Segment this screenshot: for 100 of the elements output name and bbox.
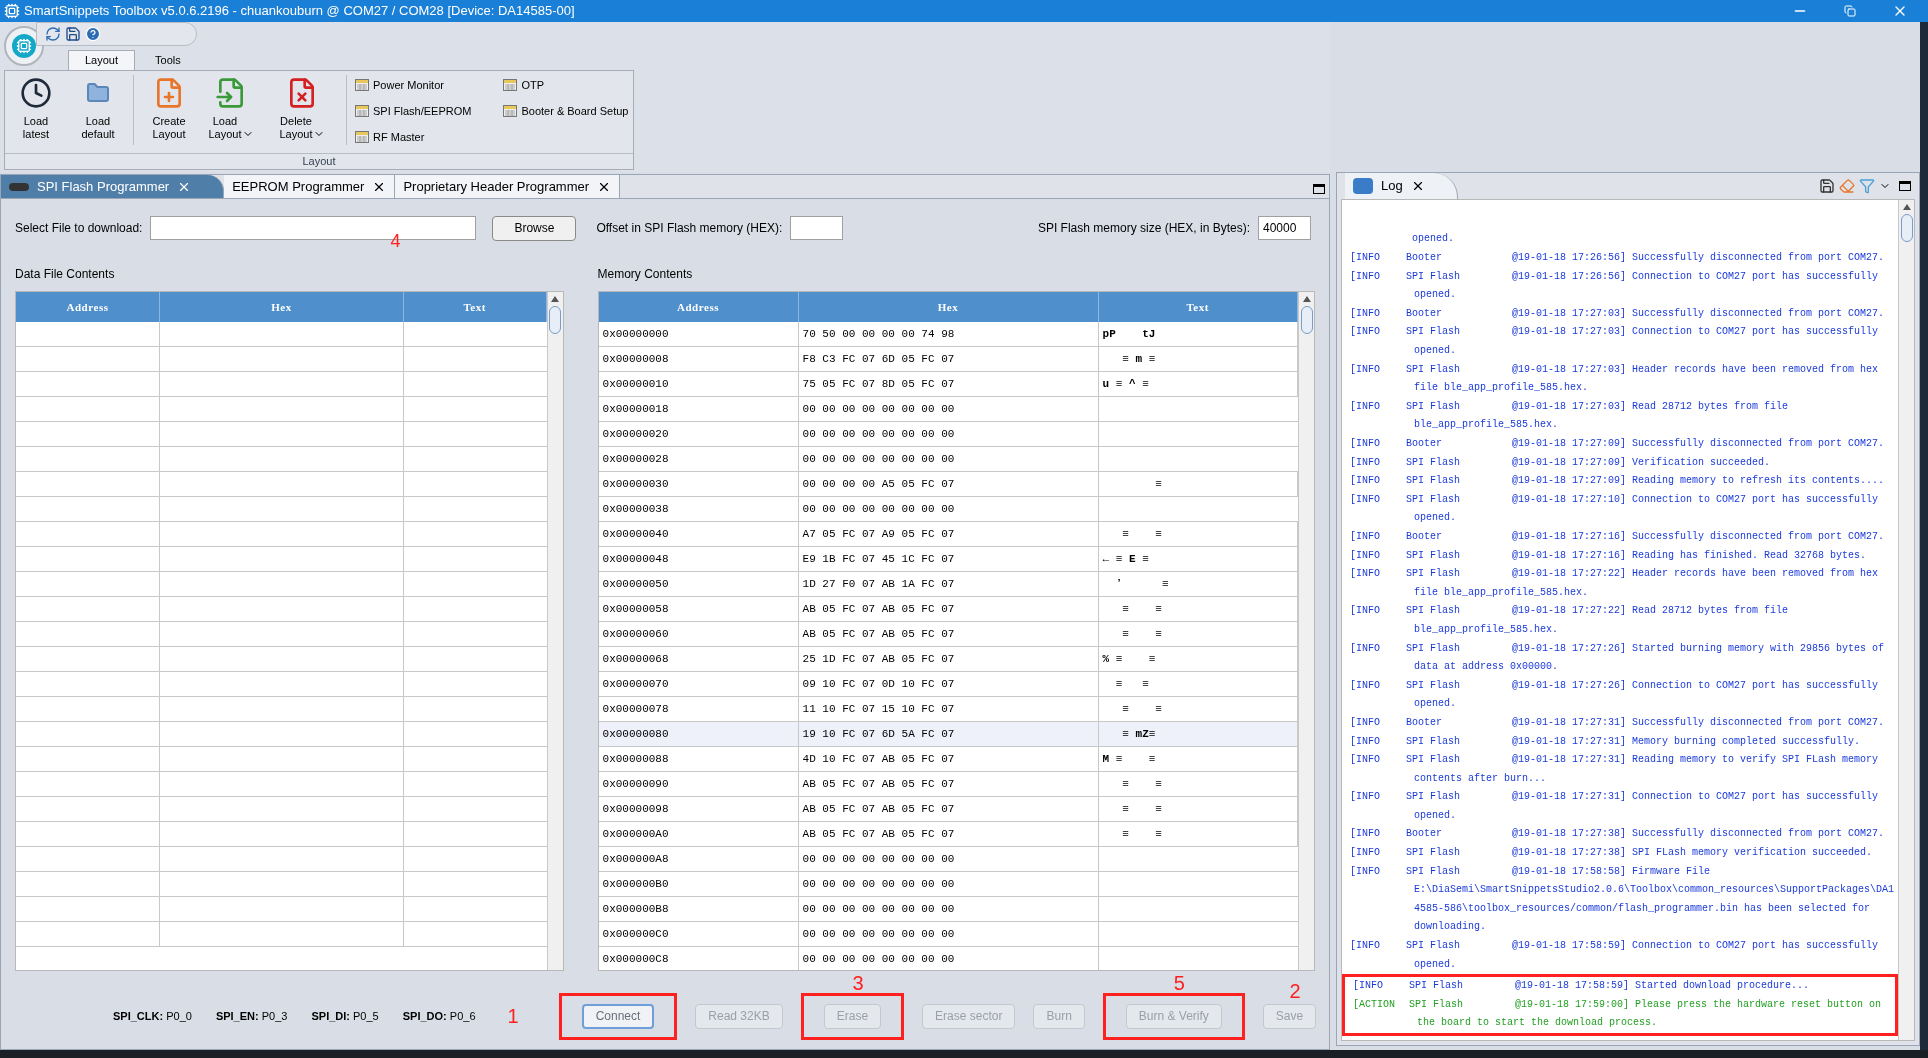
table-row[interactable]: 0x00000008 F8 C3 FC 07 6D 05 FC 07 ≡ m ≡ (598, 347, 1298, 372)
table-row[interactable]: 0x00000030 00 00 00 00 A5 05 FC 07 ≡ (598, 472, 1298, 497)
app-menu-button[interactable] (4, 26, 44, 66)
table-cell: 0x00000078 (598, 697, 799, 721)
action-button[interactable]: Connect (581, 1003, 655, 1029)
table-cell: 00 00 00 00 00 00 00 00 (798, 847, 1099, 871)
annotation-number: 3 (852, 971, 864, 994)
document-tab[interactable]: EEPROM Programmer (224, 175, 396, 198)
ribbon-small-button[interactable]: SPI Flash/EEPROM (355, 101, 472, 121)
memory-size-field[interactable]: 40000 (1258, 216, 1311, 240)
table-cell: 0x00000070 (598, 672, 799, 696)
scrollbar[interactable] (546, 292, 563, 970)
ribbon-button[interactable]: Load latest (5, 75, 67, 147)
scroll-up-icon[interactable] (1902, 204, 1911, 210)
ribbon-button[interactable]: Delete Layout (262, 75, 342, 147)
log-entry: [INFO SPI Flash @19-01-18 17:27:22] Header records have been removed from hex file ble_app_profile_585.hex. (1350, 567, 1880, 600)
table-row[interactable]: 0x00000000 70 50 00 00 00 00 74 98 pP tJ (598, 322, 1298, 347)
maximize-icon[interactable] (1899, 181, 1911, 191)
scroll-up-icon[interactable] (551, 296, 560, 302)
pin-assignment: SPI_DI: P0_5 (311, 1008, 379, 1024)
table-row[interactable]: 0x000000C0 00 00 00 00 00 00 00 00 (598, 922, 1298, 947)
table-cell: 0x00000048 (598, 547, 799, 571)
table-row[interactable]: 0x00000050 1D 27 F0 07 AB 1A FC 07 ʼ ≡ (598, 572, 1298, 597)
ribbon-button[interactable]: Load Layout (200, 75, 262, 147)
log-entry: [INFO SPI Flash @19-01-18 17:58:59] Started download procedure... (1353, 979, 1811, 994)
log-entry: [INFO SPI Flash @19-01-18 17:58:59] Connection to COM27 port has successfully opened. (1350, 939, 1880, 972)
table-row[interactable]: 0x00000068 25 1D FC 07 AB 05 FC 07 % ≡ ≡ (598, 647, 1298, 672)
ribbon-tab[interactable]: Tools (139, 50, 197, 70)
offset-field[interactable] (790, 216, 844, 240)
log-entry: [INFO SPI Flash @19-01-18 17:58:58] Firmware File E:\DiaSemi\SmartSnippetsStudio2.0.6\Toolbox\common_resources\SupportPackages\DA14585-586\toolbox_resources/common/flash_programmer.bin has been selected for downloading. (1350, 864, 1896, 935)
help-icon[interactable] (85, 26, 101, 42)
table-cell: 0x00000060 (598, 622, 799, 646)
app-icon (4, 3, 20, 19)
table-row[interactable]: 0x00000040 A7 05 FC 07 A9 05 FC 07 ≡ ≡ (598, 522, 1298, 547)
log-tab[interactable]: Log (1345, 173, 1458, 199)
log-entry: [INFO SPI Flash @19-01-18 17:27:31] Reading memory to verify SPI FLash memory contents after burn... (1350, 753, 1880, 786)
restore-icon[interactable] (1844, 5, 1856, 17)
document-tab[interactable]: SPI Flash Programmer (1, 175, 225, 198)
scroll-thumb[interactable] (1900, 214, 1913, 242)
log-entry: [INFO SPI Flash @19-01-18 17:27:38] SPI FLash memory verification succeeded. (1350, 846, 1874, 861)
table-row[interactable]: 0x00000028 00 00 00 00 00 00 00 00 (598, 447, 1298, 472)
log-entry: [INFO Booter @19-01-18 17:27:16] Successfully disconnected from port COM27. (1350, 529, 1886, 544)
table-row[interactable]: 0x00000078 11 10 FC 07 15 10 FC 07 ≡ ≡ (598, 697, 1298, 722)
scrollbar[interactable] (1898, 200, 1914, 1040)
log-entry: [INFO SPI Flash @19-01-18 17:27:26] Connection to COM27 port has successfully opened. (1350, 678, 1880, 712)
table-row[interactable]: 0x000000A0 AB 05 FC 07 AB 05 FC 07 ≡ ≡ (598, 822, 1298, 847)
table-row[interactable]: 0x00000010 75 05 FC 07 8D 05 FC 07 u ≡ ^ ≡ (598, 372, 1298, 397)
table-row[interactable]: 0x00000088 4D 10 FC 07 AB 05 FC 07 M ≡ ≡ (598, 747, 1298, 772)
log-entry: [INFO Booter @19-01-18 17:27:38] Successfully disconnected from port COM27. (1350, 827, 1886, 842)
ribbon-small-button[interactable]: RF Master (355, 127, 472, 147)
table-cell: 0x000000A0 (598, 822, 799, 846)
section-title: Memory Contents (597, 266, 694, 283)
ribbon-button[interactable]: Create Layout (138, 75, 200, 147)
table-row[interactable]: 0x00000080 19 10 FC 07 6D 5A FC 07 ≡ mZ≡ (598, 722, 1298, 747)
table-cell: 0x000000C0 (598, 922, 799, 946)
scroll-up-icon[interactable] (1302, 296, 1311, 302)
refresh-icon[interactable] (45, 26, 61, 42)
table-row[interactable]: 0x00000018 00 00 00 00 00 00 00 00 (598, 397, 1298, 422)
table-cell: 0x00000058 (598, 597, 799, 621)
log-entry: [INFO SPI Flash @19-01-18 17:27:09] Verification succeeded. (1350, 455, 1772, 470)
filter-icon[interactable] (1859, 178, 1875, 194)
table-cell: 0x00000090 (598, 772, 799, 796)
table-row[interactable]: 0x000000A8 00 00 00 00 00 00 00 00 (598, 847, 1298, 872)
ribbon-small-button[interactable]: Booter & Board Setup (503, 101, 629, 121)
table-cell: 0x00000020 (598, 422, 799, 446)
table-row[interactable]: 0x00000090 AB 05 FC 07 AB 05 FC 07 ≡ ≡ (598, 772, 1298, 797)
table-cell: 1D 27 F0 07 AB 1A FC 07 (798, 572, 1099, 596)
table-cell: 0x00000040 (598, 522, 799, 546)
log-entry: [INFO SPI Flash @19-01-18 17:27:09] Reading memory to refresh its contents.... (1350, 474, 1886, 489)
save-icon[interactable] (65, 26, 81, 42)
maximize-icon[interactable] (1313, 184, 1325, 194)
ribbon-tab[interactable]: Layout (68, 50, 136, 70)
table-row[interactable]: 0x00000098 AB 05 FC 07 AB 05 FC 07 ≡ ≡ (598, 797, 1298, 822)
table-cell: 0x00000008 (598, 347, 799, 371)
ribbon-button[interactable]: Load default (67, 75, 129, 147)
scroll-thumb[interactable] (549, 306, 562, 334)
document-tab[interactable]: Proprietary Header Programmer (395, 175, 621, 198)
save-icon[interactable] (1819, 178, 1835, 194)
table-cell: 0x00000050 (598, 572, 799, 596)
table-row[interactable]: 0x00000038 00 00 00 00 00 00 00 00 (598, 497, 1298, 522)
table-cell: A7 05 FC 07 A9 05 FC 07 (798, 522, 1099, 546)
table-row[interactable]: 0x00000058 AB 05 FC 07 AB 05 FC 07 ≡ ≡ (598, 597, 1298, 622)
annotation-number: 4 (390, 230, 401, 253)
table-row[interactable]: 0x000000B8 00 00 00 00 00 00 00 00 (598, 897, 1298, 922)
table-cell: 75 05 FC 07 8D 05 FC 07 (798, 372, 1099, 396)
scroll-thumb[interactable] (1300, 306, 1313, 334)
table-cell: AB 05 FC 07 AB 05 FC 07 (798, 772, 1099, 796)
ribbon-small-button[interactable]: OTP (503, 75, 629, 95)
browse-button[interactable]: Browse (492, 215, 577, 241)
ribbon-small-button[interactable]: Power Monitor (355, 75, 472, 95)
table-row[interactable]: 0x000000B0 00 00 00 00 00 00 00 00 (598, 872, 1298, 897)
field-label: SPI Flash memory size (HEX, in Bytes): (1037, 220, 1250, 237)
table-row[interactable]: 0x00000060 AB 05 FC 07 AB 05 FC 07 ≡ ≡ (598, 622, 1298, 647)
log-entry: [INFO SPI Flash @19-01-18 17:27:16] Reading has finished. Read 32768 bytes. (1350, 548, 1868, 563)
table-row[interactable]: 0x00000048 E9 1B FC 07 45 1C FC 07 ← ≡ E ≡ (598, 547, 1298, 572)
table-row[interactable]: 0x00000070 09 10 FC 07 0D 10 FC 07 ≡ ≡ (598, 672, 1298, 697)
scrollbar[interactable] (1298, 292, 1314, 970)
window-icon (355, 131, 369, 143)
table-row[interactable]: 0x00000020 00 00 00 00 00 00 00 00 (598, 422, 1298, 447)
window-icon (503, 79, 518, 91)
